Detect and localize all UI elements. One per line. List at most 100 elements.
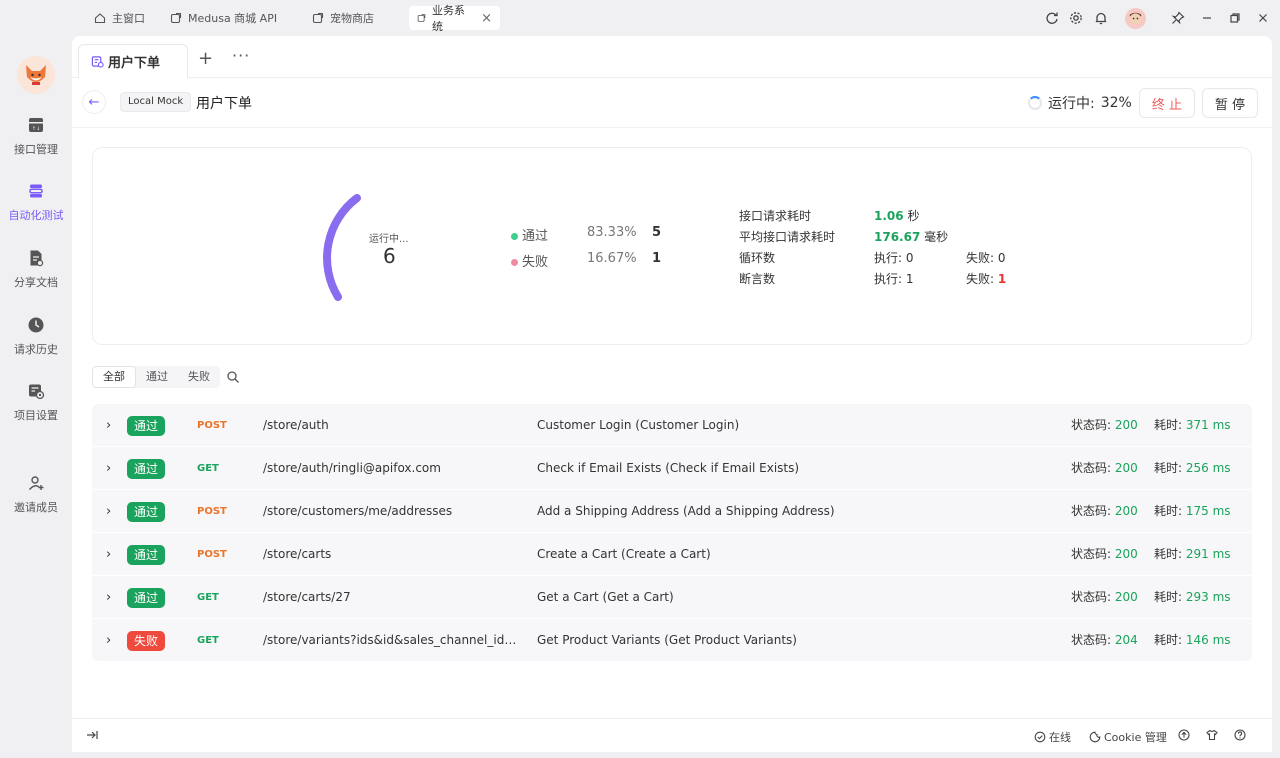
fox-logo-icon [26,65,46,85]
request-path: /store/auth/ringli@apifox.com [263,461,441,475]
results-list: › 通过 POST /store/auth Customer Login (Cu… [92,404,1252,662]
request-path: /store/variants?ids&id&sales_channel_id&… [263,633,525,647]
duration-value: 371 ms [1185,418,1231,432]
gauge-status-label: 运行中... [369,234,409,245]
help-icon[interactable] [1234,729,1246,741]
status-badge: 通过 [127,459,165,479]
http-method: GET [197,592,219,603]
doc-tab-user-order[interactable]: 用户下单 [78,44,188,78]
search-icon[interactable] [226,370,240,384]
window-tab-petstore[interactable]: 宠物商店 [304,6,382,30]
window-tab-main[interactable]: 主窗口 [86,6,153,30]
avatar[interactable] [1125,8,1146,29]
request-path: /store/auth [263,418,329,432]
stop-button[interactable]: 终 止 [1139,88,1195,118]
duration: 耗时: 371 ms [1154,404,1231,447]
result-row[interactable]: › 通过 GET /store/auth/ringli@apifox.com C… [92,447,1252,490]
metric-request-time: 1.06 秒 [874,207,919,224]
doc-tab-label: 用户下单 [108,56,161,71]
upload-icon[interactable] [1178,729,1190,741]
theme-shirt-icon[interactable] [1206,729,1218,741]
status-badge: 通过 [127,588,165,608]
project-icon [170,12,182,24]
filter-pass[interactable]: 通过 [136,366,178,388]
duration-label: 耗时: [1154,590,1183,604]
result-row[interactable]: › 通过 POST /store/auth Customer Login (Cu… [92,404,1252,447]
duration-label: 耗时: [1154,504,1183,518]
chevron-right-icon[interactable]: › [106,576,111,619]
chevron-right-icon[interactable]: › [106,404,111,447]
project-icon [312,12,324,24]
pin-icon[interactable] [1170,10,1186,26]
add-user-icon [28,476,44,490]
fail-dot-icon [511,259,518,266]
metric-avg-time: 176.67 毫秒 [874,228,948,245]
filter-fail[interactable]: 失败 [178,366,220,388]
collapse-sidebar-icon[interactable] [86,729,98,741]
metric-label: 循环数 [739,251,776,265]
status-code: 状态码: 200 [1071,576,1138,619]
window-tab-medusa[interactable]: Medusa 商城 API [162,6,285,30]
duration-label: 耗时: [1154,418,1183,432]
gear-icon[interactable] [1068,10,1084,26]
project-settings-icon [29,384,45,400]
online-status[interactable]: 在线 [1034,729,1071,745]
page-header: ← Local Mock 用户下单 运行中: 32% 终 止 暂 停 [72,78,1272,128]
sidebar-item-project-settings[interactable]: 项目设置 [0,382,72,423]
http-method: GET [197,635,219,646]
sidebar-item-request-history[interactable]: 请求历史 [0,316,72,357]
request-path: /store/carts [263,547,332,561]
chevron-right-icon[interactable]: › [106,533,111,576]
pause-button[interactable]: 暂 停 [1202,88,1258,118]
status-code: 状态码: 200 [1071,447,1138,490]
request-name: Get Product Variants (Get Product Varian… [537,633,797,647]
window-tab-label: Medusa 商城 API [188,12,278,25]
restore-icon[interactable] [1227,10,1243,26]
request-name: Check if Email Exists (Check if Email Ex… [537,461,800,475]
http-method: POST [197,549,227,560]
status-code: 状态码: 200 [1071,533,1138,576]
metric-value: 0 [997,251,1006,265]
chevron-right-icon[interactable]: › [106,490,111,533]
filter-all[interactable]: 全部 [92,366,136,388]
add-tab-button[interactable]: + [198,48,213,69]
sidebar-item-label: 邀请成员 [14,501,58,514]
result-row[interactable]: › 失败 GET /store/variants?ids&id&sales_ch… [92,619,1252,662]
metric-unit: 秒 [907,209,920,223]
duration-value: 256 ms [1185,461,1231,475]
minimize-icon[interactable] [1199,10,1215,26]
sidebar-item-share-docs[interactable]: 分享文档 [0,249,72,290]
result-row[interactable]: › 通过 POST /store/customers/me/addresses … [92,490,1252,533]
tab-close-button[interactable]: × [481,11,492,26]
duration-value: 291 ms [1185,547,1231,561]
sidebar-item-automation-test[interactable]: 自动化测试 [0,182,72,223]
back-button[interactable]: ← [82,90,106,114]
duration: 耗时: 146 ms [1154,619,1231,662]
refresh-icon[interactable] [1044,10,1060,26]
sidebar-item-invite-members[interactable]: 邀请成员 [0,474,72,515]
window-tab-label: 宠物商店 [330,12,374,25]
more-tabs-button[interactable]: ··· [232,46,250,65]
cookie-manager[interactable]: Cookie 管理 [1089,729,1167,745]
http-method: POST [197,420,227,431]
metric-label: 接口请求耗时 [739,209,812,223]
status-code-label: 状态码: [1071,633,1112,647]
sidebar-item-api-management[interactable]: ↑↓ 接口管理 [0,116,72,157]
result-row[interactable]: › 通过 POST /store/carts Create a Cart (Cr… [92,533,1252,576]
duration-value: 146 ms [1185,633,1231,647]
api-icon: ↑↓ [29,118,43,132]
bell-icon[interactable] [1093,10,1109,26]
chevron-right-icon[interactable]: › [106,447,111,490]
sidebar: ↑↓ 接口管理 自动化测试 分享文档 请求历史 项目设置 邀请成员 [0,36,72,758]
chevron-right-icon[interactable]: › [106,619,111,662]
test-scenario-icon [91,56,104,68]
status-code-label: 状态码: [1071,504,1112,518]
online-label: 在线 [1049,731,1071,744]
environment-tag[interactable]: Local Mock [120,92,192,112]
result-row[interactable]: › 通过 GET /store/carts/27 Get a Cart (Get… [92,576,1252,619]
window-tab-label: 主窗口 [112,12,145,25]
status-code-value: 204 [1114,633,1138,647]
run-progress: 32% [1100,95,1132,111]
close-icon[interactable] [1255,10,1271,26]
window-tab-business[interactable]: 业务系统 × [409,4,500,33]
